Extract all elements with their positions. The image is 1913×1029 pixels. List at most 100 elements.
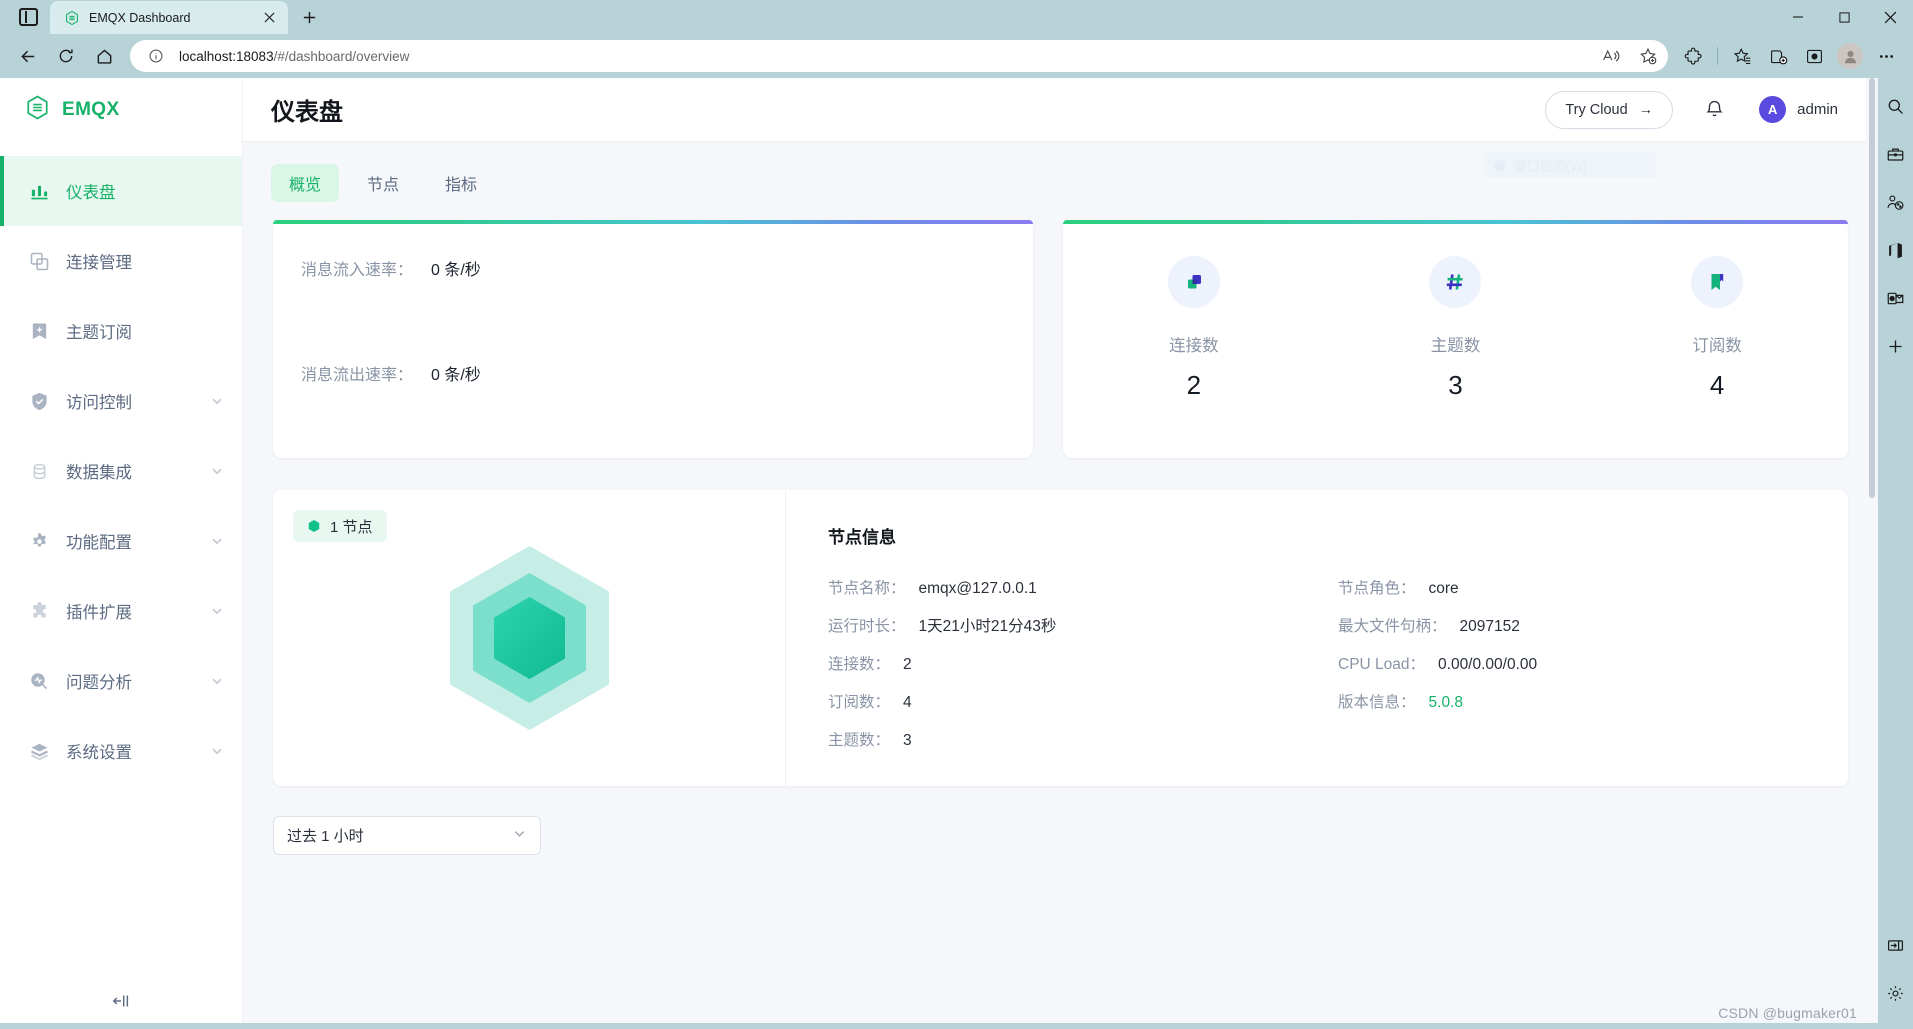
puzzle-icon — [28, 600, 50, 622]
info-label: 版本信息： — [1338, 694, 1416, 711]
layers-icon — [28, 740, 50, 762]
close-icon[interactable] — [258, 7, 280, 29]
user-menu[interactable]: A admin — [1759, 96, 1838, 123]
info-label: CPU Load： — [1338, 656, 1426, 673]
scrollbar-thumb[interactable] — [1869, 78, 1875, 498]
node-visual-panel: 1 节点 — [273, 490, 786, 786]
tab-metrics[interactable]: 指标 — [427, 164, 495, 202]
sidebar-logo[interactable]: EMQX — [0, 78, 242, 142]
info-value: 0.00/0.00/0.00 — [1438, 656, 1538, 673]
rate-out-value: 0 条/秒 — [431, 367, 481, 384]
info-label: 主题数： — [828, 732, 891, 749]
stat-topics: 主题数 3 — [1325, 256, 1587, 458]
time-range-select[interactable]: 过去 1 小时 — [273, 816, 541, 855]
dashboard-chart-icon — [28, 180, 50, 202]
sidebar-item-plugins[interactable]: 插件扩展 — [0, 576, 242, 646]
csdn-watermark: CSDN @bugmaker01 — [1718, 1005, 1857, 1021]
address-bar[interactable]: localhost:18083/#/dashboard/overview — [130, 40, 1668, 72]
hexagon-dot-icon — [307, 519, 321, 533]
profile-avatar-icon[interactable] — [1833, 40, 1867, 72]
toolbar-icons — [1676, 40, 1903, 72]
notification-bell-icon[interactable] — [1695, 91, 1733, 129]
rate-in-value: 0 条/秒 — [431, 262, 481, 279]
edge-sidebar-rail — [1878, 78, 1913, 1029]
summary-cards-row: 消息流入速率： 0 条/秒 消息流出速率： 0 条/秒 连接数 2 主题数 3 … — [243, 220, 1878, 458]
info-label: 节点角色： — [1338, 580, 1416, 597]
chevron-down-icon — [512, 826, 527, 846]
page-topbar: 仪表盘 Try Cloud → A admin — [243, 78, 1878, 142]
try-cloud-label: Try Cloud — [1565, 101, 1628, 118]
window-close-button[interactable] — [1867, 0, 1913, 34]
info-label: 连接数： — [828, 656, 891, 673]
sidebar-item-access-control[interactable]: 访问控制 — [0, 366, 242, 436]
search-icon[interactable] — [1882, 92, 1910, 120]
toolbox-icon[interactable] — [1882, 140, 1910, 168]
outlook-icon[interactable] — [1882, 284, 1910, 312]
info-value: 2 — [903, 656, 912, 673]
try-cloud-button[interactable]: Try Cloud → — [1545, 90, 1674, 129]
tab-title: EMQX Dashboard — [89, 10, 191, 25]
connections-icon — [28, 250, 50, 272]
extensions-icon[interactable] — [1676, 40, 1710, 72]
favorites-icon[interactable] — [1725, 40, 1759, 72]
info-value: 3 — [903, 732, 912, 749]
sidebar-item-dashboard[interactable]: 仪表盘 — [0, 156, 242, 226]
ghost-dot-icon — [1494, 159, 1505, 171]
stat-value: 4 — [1709, 370, 1725, 400]
connections-stat-icon — [1167, 256, 1220, 308]
plus-icon[interactable] — [292, 2, 326, 32]
game-assist-icon[interactable] — [1882, 188, 1910, 216]
node-info-left-column: 节点名称： emqx@127.0.0.1 运行时长： 1天21小时21分43秒 … — [828, 576, 1338, 766]
stat-label: 订阅数 — [1692, 337, 1742, 355]
info-row: CPU Load： 0.00/0.00/0.00 — [1338, 652, 1848, 690]
collapse-sidebar-icon[interactable] — [0, 973, 242, 1029]
read-aloud-icon[interactable] — [1597, 43, 1625, 69]
sidebar-logo-text: EMQX — [62, 99, 120, 120]
diagnose-magnifier-icon — [28, 670, 50, 692]
stat-label: 连接数 — [1169, 337, 1219, 355]
browser-window: EMQX Dashboard localhost:18083/#/dashboa… — [0, 0, 1913, 1029]
add-icon[interactable] — [1882, 332, 1910, 360]
split-screen-icon[interactable] — [1882, 931, 1910, 959]
sidebar-item-label: 主题订阅 — [66, 324, 132, 342]
rate-out-label: 消息流出速率： — [301, 367, 414, 384]
collections-icon[interactable] — [1761, 40, 1795, 72]
stat-subscriptions: 订阅数 4 — [1586, 256, 1848, 458]
sidebar-item-feature-config[interactable]: 功能配置 — [0, 506, 242, 576]
office-icon[interactable] — [1882, 236, 1910, 264]
add-favorite-icon[interactable] — [1634, 43, 1662, 69]
home-icon[interactable] — [86, 40, 122, 72]
settings-gear-icon[interactable] — [1882, 979, 1910, 1007]
info-circle-icon[interactable] — [142, 43, 170, 69]
tab-actions-button[interactable] — [6, 0, 50, 34]
stat-value: 3 — [1448, 370, 1463, 400]
sidebar-item-connections[interactable]: 连接管理 — [0, 226, 242, 296]
info-label: 运行时长： — [828, 618, 906, 635]
dashboard-tabs: 概览 节点 指标 窗口截图(W) — [243, 142, 1878, 220]
sidebar-item-diagnostics[interactable]: 问题分析 — [0, 646, 242, 716]
info-row: 订阅数： 4 — [828, 690, 1338, 728]
info-value: 2097152 — [1459, 618, 1520, 635]
maximize-button[interactable] — [1821, 0, 1867, 34]
sidebar-item-system-settings[interactable]: 系统设置 — [0, 716, 242, 786]
sidebar-item-data-integration[interactable]: 数据集成 — [0, 436, 242, 506]
browser-essentials-icon[interactable] — [1797, 40, 1831, 72]
tab-strip: EMQX Dashboard — [0, 0, 1913, 34]
minimize-button[interactable] — [1775, 0, 1821, 34]
subscription-bookmark-icon — [1691, 256, 1744, 308]
sidebar-nav: 仪表盘 连接管理 主题订阅 访问控制 数据集成 功能配置 插件扩展 问题分析 系… — [0, 142, 242, 786]
sidebar-item-topics[interactable]: 主题订阅 — [0, 296, 242, 366]
settings-more-icon[interactable] — [1869, 40, 1903, 72]
tab-nodes[interactable]: 节点 — [349, 164, 417, 202]
topic-bookmark-icon — [28, 320, 50, 342]
emqx-hexagon-icon — [24, 94, 51, 126]
browser-tab[interactable]: EMQX Dashboard — [50, 1, 288, 34]
stats-card: 连接数 2 主题数 3 订阅数 4 — [1063, 220, 1848, 458]
tab-overview[interactable]: 概览 — [271, 164, 340, 202]
node-info-grid: 节点名称： emqx@127.0.0.1 运行时长： 1天21小时21分43秒 … — [828, 576, 1848, 766]
sidebar-item-label: 功能配置 — [66, 534, 132, 552]
page-scrollbar[interactable] — [1866, 78, 1878, 1029]
reload-icon[interactable] — [48, 40, 84, 72]
dashboard-content: 概览 节点 指标 窗口截图(W) 消息流入速率： 0 条/秒 消息流出速率： 0… — [243, 142, 1878, 1029]
arrow-left-icon[interactable] — [10, 40, 46, 72]
